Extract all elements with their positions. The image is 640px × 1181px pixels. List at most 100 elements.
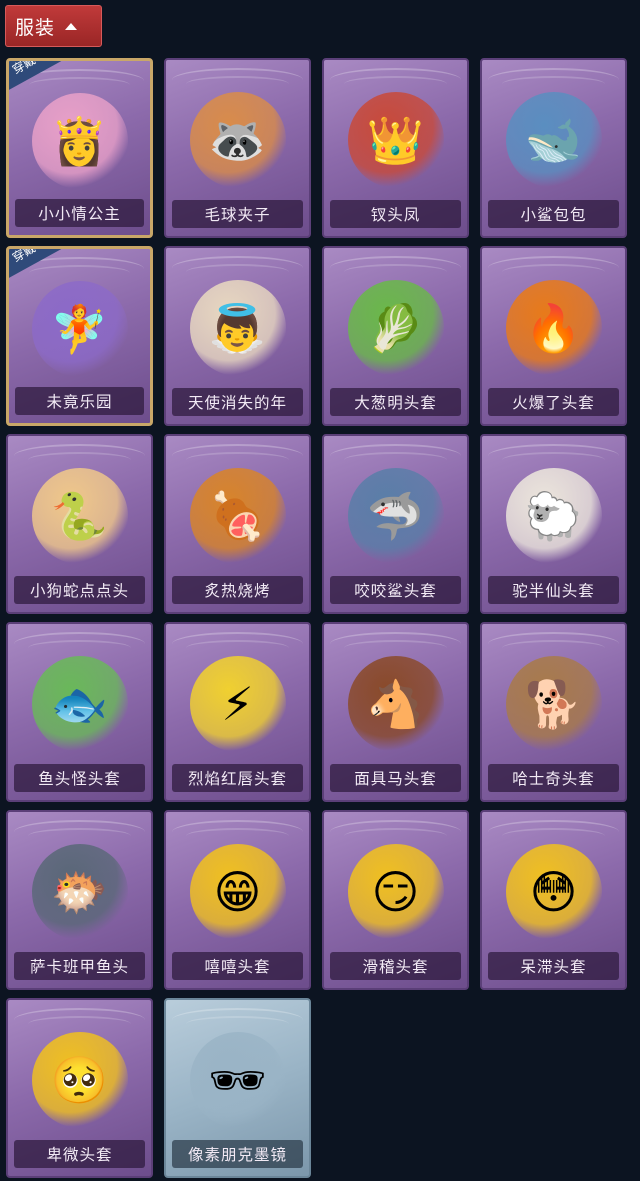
costume-card[interactable]: 😁 嘻嘻头套 [164,810,311,990]
equipped-badge-text: 穿戴 [10,58,38,77]
sacabambaspis-head-icon: 🐡 [31,844,128,940]
shark-bag-icon: 🐋 [505,92,602,188]
costume-name: 未竟乐园 [46,393,113,411]
costume-name: 咬咬鲨头套 [354,582,437,600]
card-frame-ornament [186,828,289,844]
card-label-bar: 炙热烧烤 [172,576,303,604]
costume-name: 滑稽头套 [362,958,429,976]
costume-card[interactable]: 🦝 毛球夹子 [164,58,311,238]
card-label-bar: 咬咬鲨头套 [330,576,461,604]
costume-name: 嘻嘻头套 [204,958,271,976]
costume-card[interactable]: 🐋 小鲨包包 [480,58,627,238]
grin-face-icon: 😁 [189,844,286,940]
costume-name: 大葱明头套 [354,394,437,412]
card-label-bar: 驼半仙头套 [488,576,619,604]
costume-name: 小小情公主 [38,205,121,223]
fire-head-icon: 🔥 [505,280,602,376]
costume-card[interactable]: 🕶 像素朋克墨镜 [164,998,311,1178]
costume-card[interactable]: 🥺 卑微头套 [6,998,153,1178]
card-frame-ornament [186,640,289,656]
card-frame-ornament [28,640,131,656]
card-frame-ornament [186,1016,289,1032]
pixel-sunglasses-icon: 🕶 [189,1032,286,1128]
costume-card[interactable]: 🐍 小狗蛇点点头 [6,434,153,614]
card-frame-ornament [344,828,447,844]
section-title: 服装 [15,16,56,39]
costume-card[interactable]: 🍖 炙热烧烤 [164,434,311,614]
costume-card[interactable]: 🐕 哈士奇头套 [480,622,627,802]
card-label-bar: 面具马头套 [330,764,461,792]
costume-name: 鱼头怪头套 [38,770,121,788]
card-frame-ornament [344,452,447,468]
card-frame-ornament [344,76,447,92]
costume-name: 小鲨包包 [520,206,587,224]
husky-head-icon: 🐕 [505,656,602,752]
costume-name: 毛球夹子 [204,206,271,224]
costume-name: 呆滞头套 [520,958,587,976]
card-label-bar: 滑稽头套 [330,952,461,980]
card-frame-ornament [29,265,130,281]
humble-face-icon: 🥺 [31,1032,128,1128]
costume-name: 炙热烧烤 [204,582,271,600]
costume-card[interactable]: 👸 小小情公主 穿戴 [6,58,153,238]
costume-name: 哈士奇头套 [512,770,595,788]
card-frame-ornament [344,264,447,280]
card-frame-ornament [502,828,605,844]
costume-card[interactable]: 😳 呆滞头套 [480,810,627,990]
card-label-bar: 小小情公主 [15,199,144,227]
equipped-badge-text: 穿戴 [10,246,38,265]
costume-name: 火爆了头套 [512,394,595,412]
costume-name: 卑微头套 [46,1146,113,1164]
card-label-bar: 鱼头怪头套 [14,764,145,792]
card-label-bar: 呆滞头套 [488,952,619,980]
card-label-bar: 哈士奇头套 [488,764,619,792]
costume-name: 像素朋克墨镜 [187,1146,287,1164]
card-label-bar: 烈焰红唇头套 [172,764,303,792]
funny-face-icon: 😏 [347,844,444,940]
costume-card[interactable]: 🥬 大葱明头套 [322,246,469,426]
card-frame-ornament [186,76,289,92]
costume-card[interactable]: 🧚 未竟乐园 穿戴 [6,246,153,426]
costume-card[interactable]: ⚡ 烈焰红唇头套 [164,622,311,802]
card-label-bar: 像素朋克墨镜 [172,1140,303,1168]
card-frame-ornament [186,452,289,468]
card-frame-ornament [502,452,605,468]
pikachu-head-icon: ⚡ [189,656,286,752]
costume-name: 面具马头套 [354,770,437,788]
costume-card[interactable]: 😏 滑稽头套 [322,810,469,990]
costume-card[interactable]: 🐡 萨卡班甲鱼头 [6,810,153,990]
card-label-bar: 卑微头套 [14,1140,145,1168]
card-frame-ornament [29,77,130,93]
costume-card[interactable]: 🔥 火爆了头套 [480,246,627,426]
card-frame-ornament [28,452,131,468]
card-frame-ornament [28,828,131,844]
card-frame-ornament [502,76,605,92]
costume-card[interactable]: 🐴 面具马头套 [322,622,469,802]
dazed-face-icon: 😳 [505,844,602,940]
costume-name: 小狗蛇点点头 [29,582,129,600]
scallion-head-icon: 🥬 [347,280,444,376]
costume-section-header[interactable]: 服装 [5,5,102,47]
card-label-bar: 天使消失的年 [172,388,303,416]
costume-name: 天使消失的年 [187,394,287,412]
costume-card[interactable]: 🐟 鱼头怪头套 [6,622,153,802]
chevron-up-icon[interactable] [65,22,78,30]
card-label-bar: 毛球夹子 [172,200,303,228]
card-frame-ornament [186,264,289,280]
star-girl-figure-icon: 🧚 [31,281,128,377]
costume-name: 钗头凤 [370,206,421,224]
card-frame-ornament [502,640,605,656]
card-label-bar: 火爆了头套 [488,388,619,416]
card-label-bar: 钗头凤 [330,200,461,228]
bbq-meat-icon: 🍖 [189,468,286,564]
shark-head-icon: 🦈 [347,468,444,564]
card-frame-ornament [344,640,447,656]
card-label-bar: 小鲨包包 [488,200,619,228]
costume-name: 萨卡班甲鱼头 [29,958,129,976]
costume-card[interactable]: 🦈 咬咬鲨头套 [322,434,469,614]
card-label-bar: 未竟乐园 [15,387,144,415]
costume-card[interactable]: 👑 钗头凤 [322,58,469,238]
card-frame-ornament [28,1016,131,1032]
costume-card[interactable]: 🐑 驼半仙头套 [480,434,627,614]
costume-card[interactable]: 👼 天使消失的年 [164,246,311,426]
